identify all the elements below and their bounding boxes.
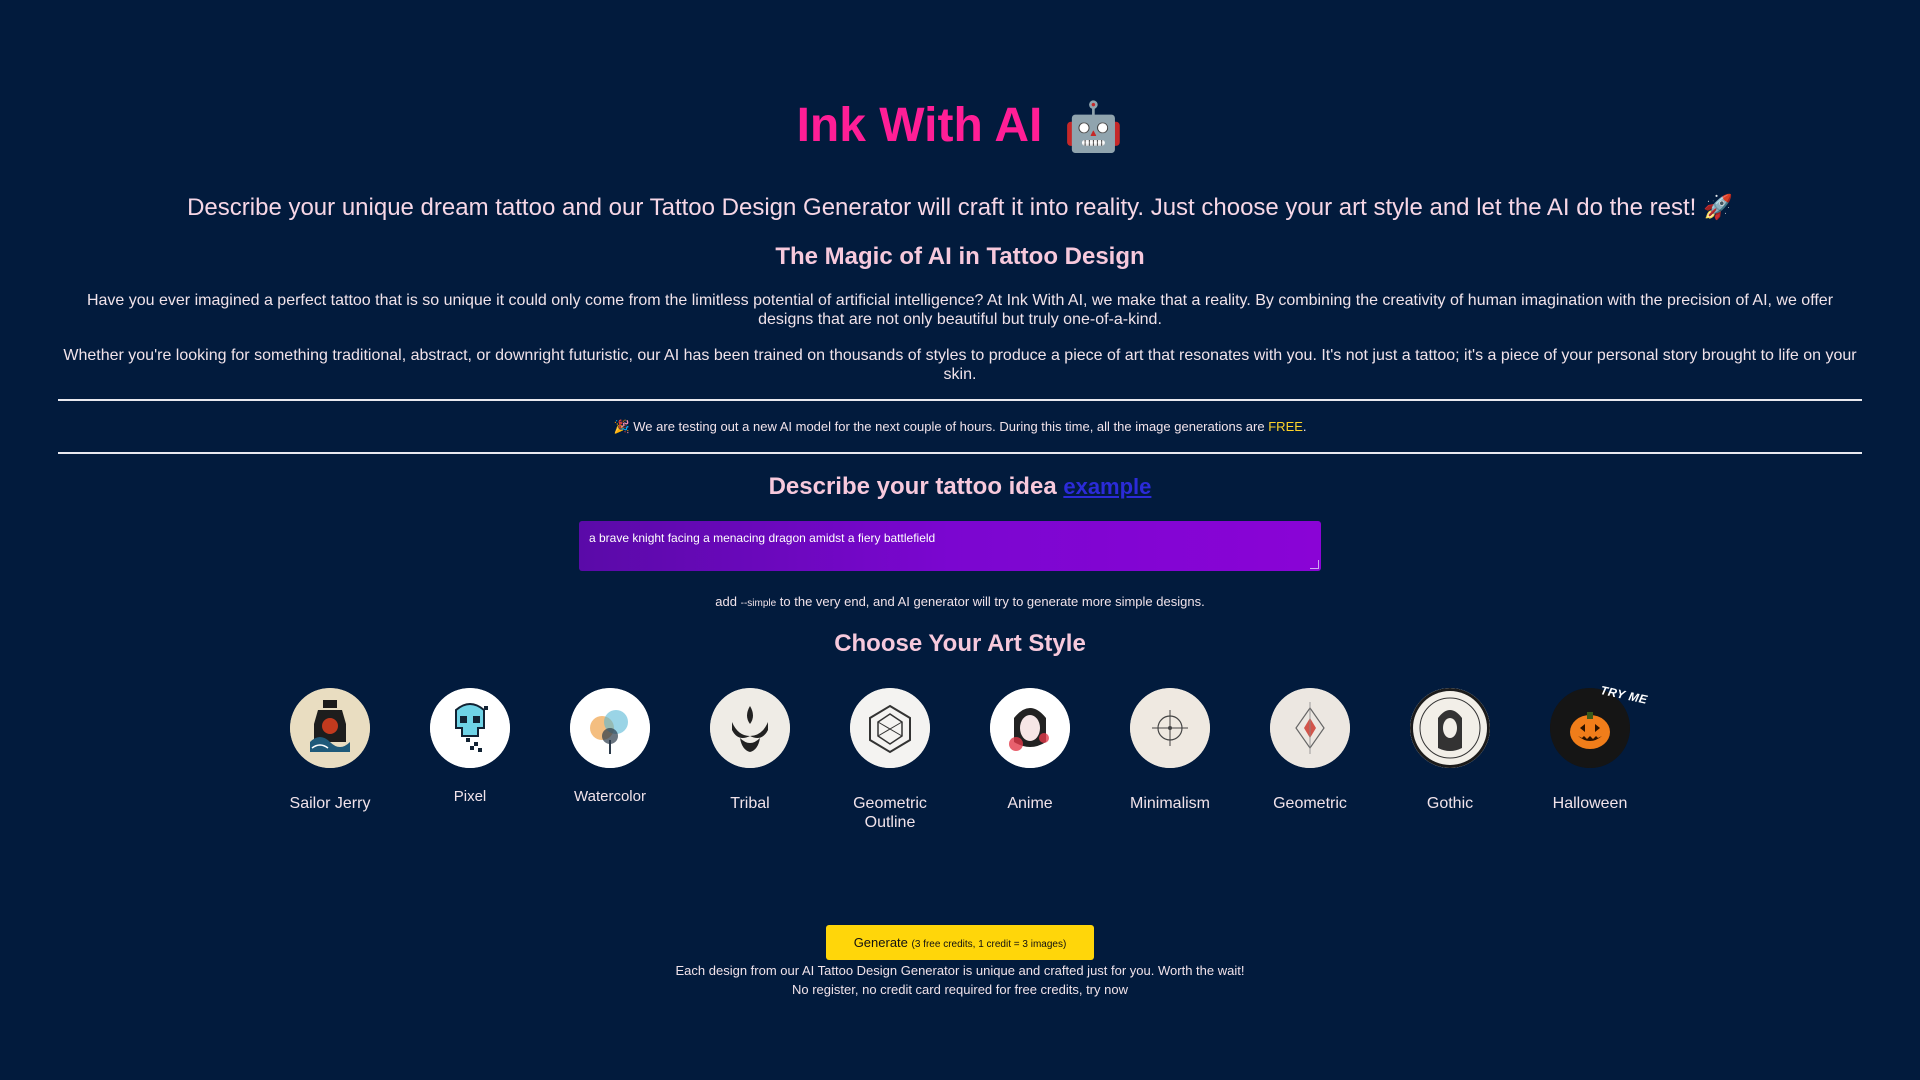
sailor-jerry-icon xyxy=(290,688,370,768)
intro-paragraph-2: Whether you're looking for something tra… xyxy=(63,347,1857,383)
magic-heading: The Magic of AI in Tattoo Design xyxy=(775,243,1145,270)
style-label: Geometric Outline xyxy=(853,795,927,831)
resize-handle[interactable] xyxy=(1310,560,1319,569)
title-text: Ink With AI xyxy=(796,99,1043,152)
free-notice: 🎉 We are testing out a new AI model for … xyxy=(0,418,1920,436)
describe-heading: Describe your tattoo idea example xyxy=(0,472,1920,502)
style-label: Geometric xyxy=(1273,795,1347,812)
pixel-skull-icon xyxy=(430,688,510,768)
style-label: Gothic xyxy=(1426,795,1474,812)
generate-button[interactable]: Generate (3 free credits, 1 credit = 3 i… xyxy=(826,925,1094,960)
hint-prefix: add xyxy=(715,594,737,609)
style-geometric-outline[interactable]: Geometric Outline xyxy=(830,688,950,832)
anime-icon xyxy=(990,688,1070,768)
party-icon: 🎉 xyxy=(613,419,630,434)
intro-paragraph-1: Have you ever imagined a perfect tattoo … xyxy=(86,292,1834,328)
style-tribal[interactable]: Tribal xyxy=(690,688,810,813)
tribal-icon xyxy=(710,688,790,768)
style-label: Halloween xyxy=(1552,795,1628,812)
page-title: Ink With AI 🤖 xyxy=(0,96,1920,158)
gothic-icon xyxy=(1410,688,1490,768)
style-halloween[interactable]: Halloween xyxy=(1530,688,1650,813)
footer-note-unique: Each design from our AI Tattoo Design Ge… xyxy=(675,963,1245,978)
art-style-heading: Choose Your Art Style xyxy=(834,630,1086,657)
style-label: Minimalism xyxy=(1130,795,1210,812)
style-pixel[interactable]: Pixel xyxy=(410,688,530,806)
style-label: Pixel xyxy=(453,788,487,805)
example-link[interactable]: example xyxy=(1063,474,1151,499)
divider-top xyxy=(58,399,1862,401)
geometric-outline-icon xyxy=(850,688,930,768)
style-label: Sailor Jerry xyxy=(289,795,371,812)
minimalism-icon xyxy=(1130,688,1210,768)
notice-text: We are testing out a new AI model for th… xyxy=(633,419,1265,434)
style-anime[interactable]: Anime xyxy=(970,688,1090,813)
divider-bottom xyxy=(58,452,1862,454)
tagline: Describe your unique dream tattoo and ou… xyxy=(187,194,1733,221)
style-label: Watercolor xyxy=(574,788,646,805)
simple-hint: add --simple to the very end, and AI gen… xyxy=(0,593,1920,613)
style-minimalism[interactable]: Minimalism xyxy=(1110,688,1230,813)
watercolor-icon xyxy=(570,688,650,768)
tattoo-prompt-input[interactable] xyxy=(579,521,1321,571)
free-highlight: FREE xyxy=(1268,419,1303,434)
style-geometric[interactable]: Geometric xyxy=(1250,688,1370,813)
page: Ink With AI 🤖 Describe your unique dream… xyxy=(0,0,1920,1080)
footer-note-free: No register, no credit card required for… xyxy=(792,982,1128,997)
style-sailor-jerry[interactable]: Sailor Jerry xyxy=(270,688,390,813)
geometric-icon xyxy=(1270,688,1350,768)
hint-code: --simple xyxy=(740,598,777,609)
hint-suffix: to the very end, and AI generator will t… xyxy=(779,594,1205,609)
style-gothic[interactable]: Gothic xyxy=(1390,688,1510,813)
generate-label: Generate xyxy=(853,935,908,950)
robot-icon: 🤖 xyxy=(1063,101,1124,155)
style-label: Anime xyxy=(1007,795,1053,812)
generate-credits-note: (3 free credits, 1 credit = 3 images) xyxy=(911,939,1067,950)
describe-heading-text: Describe your tattoo idea xyxy=(768,473,1057,500)
style-watercolor[interactable]: Watercolor xyxy=(550,688,670,806)
style-label: Tribal xyxy=(730,795,770,812)
notice-end: . xyxy=(1302,419,1307,434)
